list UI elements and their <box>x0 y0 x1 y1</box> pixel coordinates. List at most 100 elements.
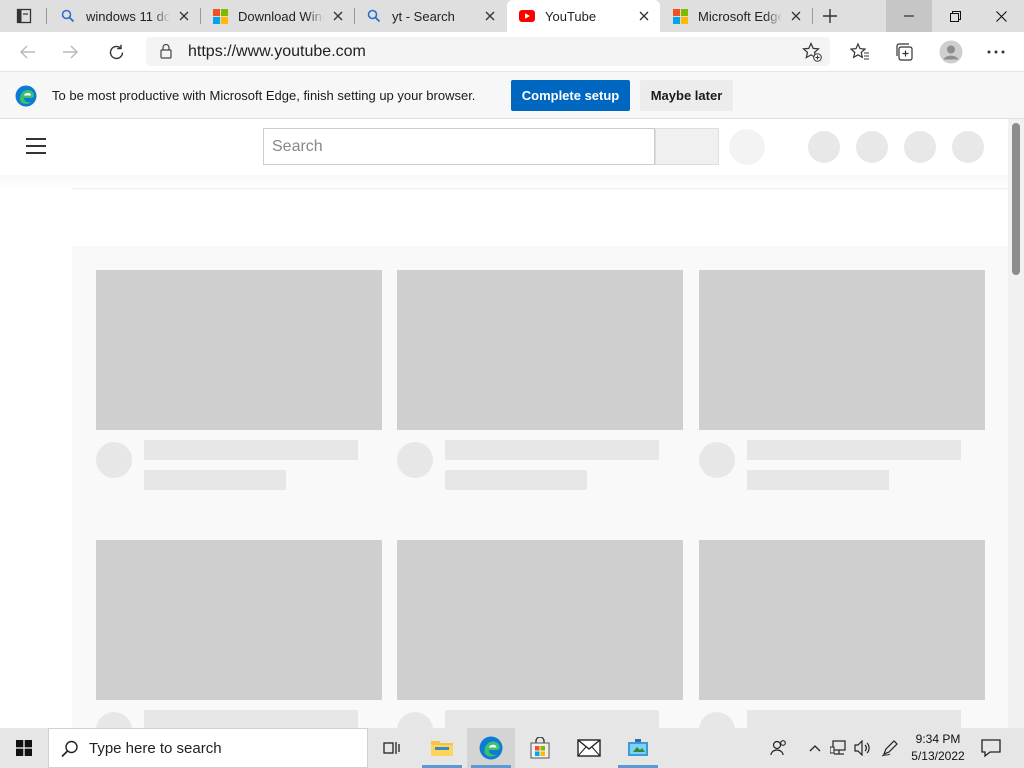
mail-button[interactable] <box>565 728 613 768</box>
tab-yt-search[interactable]: yt - Search <box>354 0 506 32</box>
volume-icon <box>854 740 870 756</box>
video-card-placeholder[interactable] <box>397 540 683 728</box>
thumbnail-placeholder[interactable] <box>96 540 382 700</box>
youtube-search-button[interactable] <box>655 128 719 165</box>
system-clock[interactable]: 9:34 PM 5/13/2022 <box>905 731 971 765</box>
edge-setup-infobar: To be most productive with Microsoft Edg… <box>0 71 1024 119</box>
infobar-message: To be most productive with Microsoft Edg… <box>52 88 476 103</box>
page-scrollbar[interactable] <box>1008 119 1024 728</box>
clock-time: 9:34 PM <box>915 732 961 746</box>
browser-toolbar: https://www.youtube.com <box>0 32 1024 71</box>
maybe-later-button[interactable]: Maybe later <box>640 80 733 111</box>
profile-button[interactable] <box>938 39 964 65</box>
new-tab-button[interactable] <box>818 5 842 27</box>
edge-logo-icon <box>15 85 37 107</box>
collections-icon <box>896 43 913 61</box>
microsoft-logo-icon <box>212 8 228 24</box>
collections-button[interactable] <box>893 41 915 63</box>
close-tab-icon[interactable] <box>176 8 192 24</box>
tab-download-windows-11[interactable]: Download Windows 11 <box>200 0 354 32</box>
thumbnail-placeholder[interactable] <box>397 270 683 430</box>
forward-button[interactable] <box>56 38 84 66</box>
notification-icon[interactable] <box>980 737 1002 759</box>
close-icon <box>995 10 1007 22</box>
avatar-placeholder[interactable] <box>952 131 984 163</box>
back-button[interactable] <box>14 38 42 66</box>
close-tab-icon[interactable] <box>636 8 652 24</box>
title-placeholder <box>445 710 659 728</box>
minimize-icon <box>904 15 914 17</box>
header-icon-placeholder[interactable] <box>856 131 888 163</box>
pen-icon <box>881 740 898 757</box>
thumbnail-placeholder[interactable] <box>699 540 985 700</box>
address-bar[interactable]: https://www.youtube.com <box>146 37 830 66</box>
edge-taskbar-button[interactable] <box>467 728 515 768</box>
tab-title: Download Windows 11 <box>238 8 324 24</box>
people-icon <box>770 740 786 756</box>
tab-actions-button[interactable] <box>8 6 40 26</box>
url-text[interactable]: https://www.youtube.com <box>188 43 366 61</box>
tab-separator <box>46 8 47 24</box>
youtube-icon <box>519 8 535 24</box>
video-card-placeholder[interactable] <box>96 540 382 728</box>
app-icon <box>628 739 648 756</box>
tab-title: YouTube <box>545 8 597 24</box>
youtube-search-box[interactable] <box>263 128 655 165</box>
pen-workspace-button[interactable] <box>880 738 900 758</box>
add-favorite-icon[interactable] <box>802 42 822 62</box>
mic-placeholder[interactable] <box>729 129 765 165</box>
volume-button[interactable] <box>853 738 873 758</box>
close-tab-icon[interactable] <box>788 8 804 24</box>
thumbnail-placeholder[interactable] <box>96 270 382 430</box>
taskbar-search-box[interactable]: Type here to search <box>48 728 368 768</box>
header-icon-placeholder[interactable] <box>808 131 840 163</box>
tab-windows-11-download[interactable]: windows 11 download <box>48 0 200 32</box>
tab-separator <box>812 8 813 24</box>
network-button[interactable] <box>829 738 849 758</box>
video-card-placeholder[interactable] <box>699 540 985 728</box>
close-window-button[interactable] <box>978 0 1024 32</box>
people-button[interactable] <box>769 738 789 758</box>
close-tab-icon[interactable] <box>330 8 346 24</box>
file-explorer-button[interactable] <box>418 728 466 768</box>
thumbnail-placeholder[interactable] <box>699 270 985 430</box>
menu-icon[interactable] <box>26 138 46 154</box>
task-view-button[interactable] <box>368 728 416 768</box>
youtube-search-input[interactable] <box>270 129 644 164</box>
tab-microsoft-edge-welcome[interactable]: Microsoft Edge Welcome <box>660 0 812 32</box>
channel-avatar-placeholder <box>699 442 735 478</box>
restore-button[interactable] <box>932 0 978 32</box>
complete-setup-button[interactable]: Complete setup <box>511 80 630 111</box>
show-hidden-icons-button[interactable] <box>805 738 825 758</box>
taskbar: Type here to search 9:34 PM 5/13/2022 <box>0 728 1024 768</box>
taskbar-search-placeholder[interactable]: Type here to search <box>89 740 222 757</box>
video-card-placeholder[interactable] <box>397 270 683 490</box>
meta-placeholder <box>747 470 889 490</box>
favorites-button[interactable] <box>849 41 871 63</box>
header-icon-placeholder[interactable] <box>904 131 936 163</box>
tab-youtube[interactable]: YouTube <box>507 0 660 32</box>
settings-more-button[interactable] <box>985 41 1007 63</box>
store-button[interactable] <box>516 728 564 768</box>
scrollbar-thumb[interactable] <box>1012 123 1020 275</box>
header-shadow <box>0 175 1008 189</box>
video-card-placeholder[interactable] <box>96 270 382 490</box>
minimize-button[interactable] <box>886 0 932 32</box>
favorites-icon <box>850 42 869 60</box>
refresh-button[interactable] <box>102 38 130 66</box>
video-card-placeholder[interactable] <box>699 270 985 490</box>
windows-logo-icon <box>16 740 32 756</box>
search-icon <box>366 8 382 24</box>
search-icon <box>61 740 78 758</box>
close-tab-icon[interactable] <box>482 8 498 24</box>
app-taskbar-button[interactable] <box>614 728 662 768</box>
start-button[interactable] <box>0 728 48 768</box>
lock-icon[interactable] <box>160 43 172 59</box>
task-view-icon <box>383 742 400 754</box>
chip-bar-placeholder <box>72 188 1008 247</box>
channel-avatar-placeholder <box>96 442 132 478</box>
youtube-page <box>0 119 1024 728</box>
mail-icon <box>577 739 601 757</box>
meta-placeholder <box>445 470 587 490</box>
thumbnail-placeholder[interactable] <box>397 540 683 700</box>
